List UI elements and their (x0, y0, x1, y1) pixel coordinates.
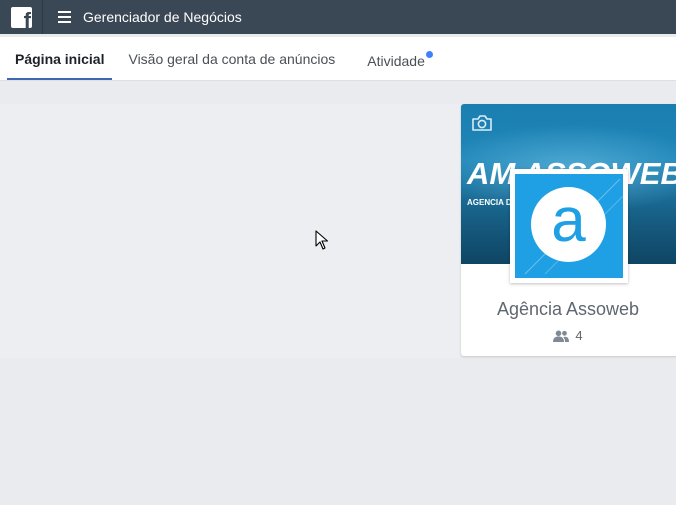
logo-letter: a (551, 185, 586, 255)
tab-home-label: Página inicial (15, 50, 105, 67)
business-card[interactable]: AM ASSOWEB! AGENCIA DE a Agência Assoweb… (461, 104, 676, 356)
tab-home[interactable]: Página inicial (7, 37, 113, 80)
notification-dot (425, 51, 433, 58)
facebook-logo-icon[interactable]: f (11, 6, 32, 28)
mouse-cursor-icon (315, 230, 329, 250)
main-content-area (0, 104, 460, 358)
tab-ad-account-overview-label: Visão geral da conta de anúncios (128, 50, 336, 67)
tab-activity-label: Atividade (367, 52, 425, 69)
tab-bar: Página inicial Visão geral da conta de a… (0, 37, 676, 81)
top-bar-divider (42, 0, 43, 34)
camera-icon[interactable] (471, 114, 493, 132)
app-title: Gerenciador de Negócios (83, 9, 242, 25)
people-count: 4 (575, 328, 583, 343)
hamburger-menu-icon[interactable] (58, 11, 71, 23)
tab-ad-account-overview[interactable]: Visão geral da conta de anúncios (128, 37, 335, 80)
facebook-logo-glyph: f (23, 7, 31, 28)
business-name[interactable]: Agência Assoweb (461, 299, 675, 320)
tab-activity[interactable]: Atividade (367, 37, 433, 80)
people-icon (553, 330, 570, 342)
people-count-row: 4 (461, 328, 675, 343)
top-bar: f Gerenciador de Negócios (0, 0, 676, 34)
business-logo: a (515, 174, 623, 278)
logo-circle: a (531, 187, 606, 262)
business-logo-frame: a (510, 169, 628, 283)
